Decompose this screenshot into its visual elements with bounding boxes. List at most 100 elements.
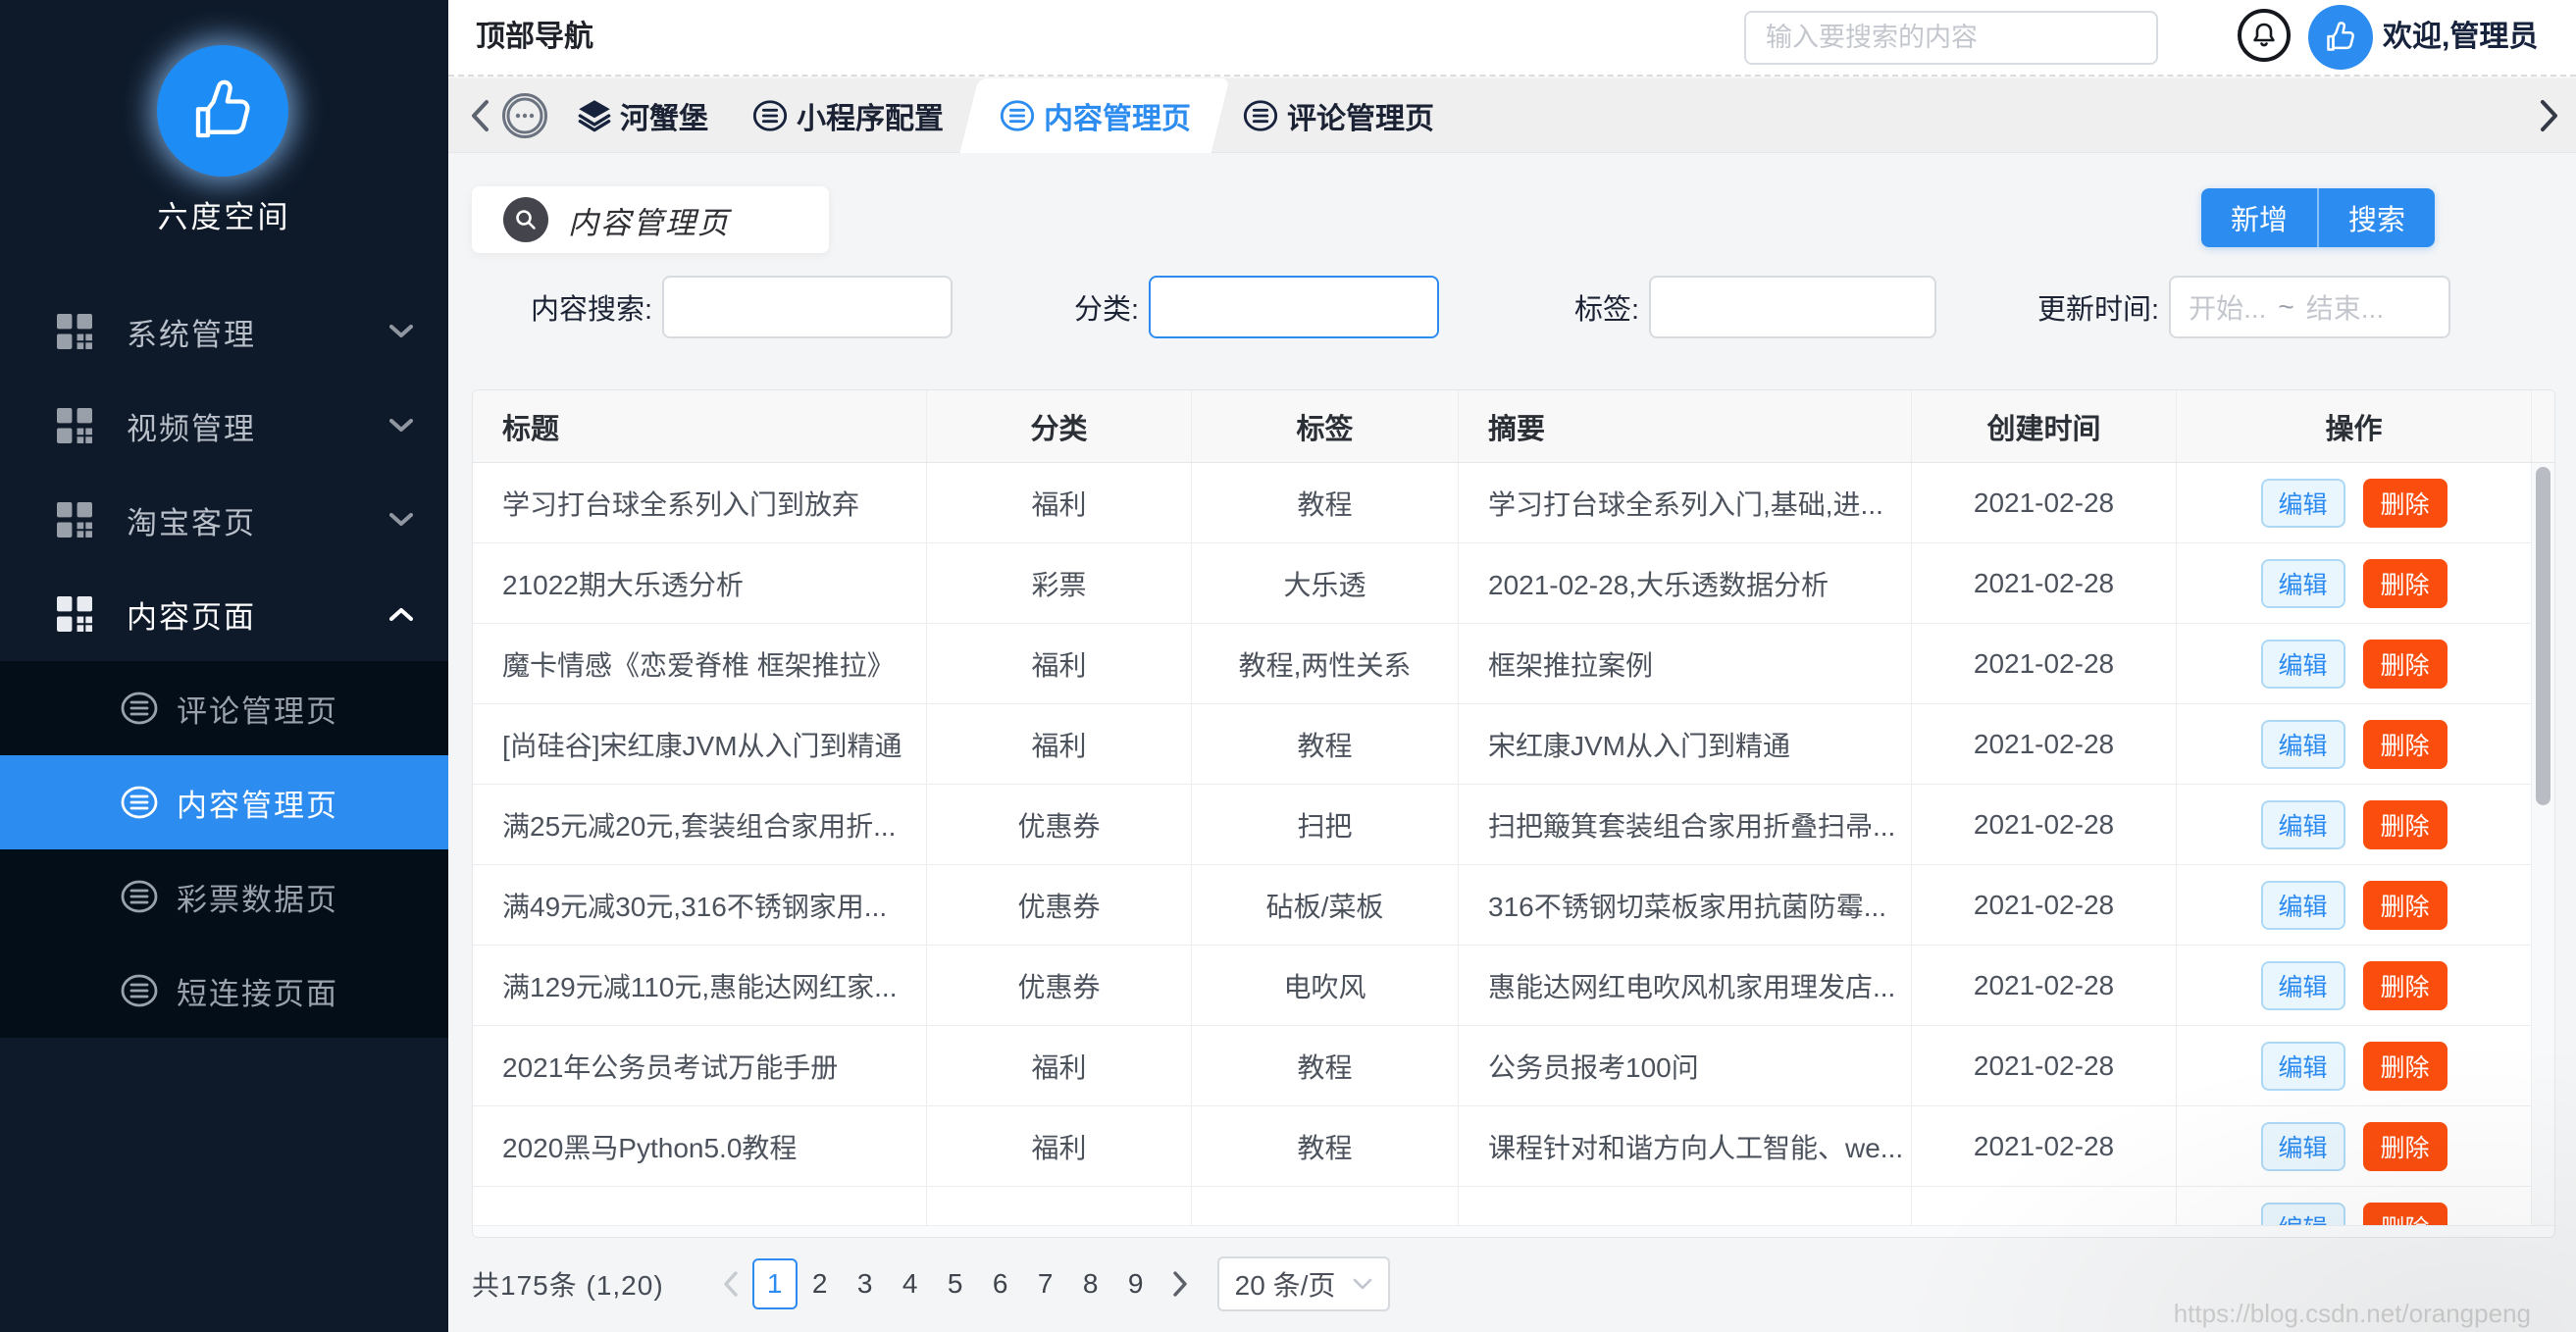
- sidebar-item-label: 彩票数据页: [177, 875, 338, 919]
- cell-title: 满129元减110元,惠能达网红家...: [473, 946, 927, 1025]
- cell-title: 魔卡情感《恋爱脊椎 框架推拉》: [473, 624, 927, 703]
- category-input[interactable]: [1149, 276, 1439, 338]
- tabs-more-button[interactable]: [502, 93, 547, 138]
- date-range-input[interactable]: 开始... ~ 结束...: [2169, 276, 2450, 338]
- filter-label: 更新时间:: [2037, 286, 2159, 328]
- sidebar-item-comment-manage[interactable]: 评论管理页: [0, 661, 448, 755]
- pagination: 共175条 (1,20) 1 2 3 4 5 6 7 8 9 20 条/页: [472, 1255, 1390, 1312]
- edit-button[interactable]: 编辑: [2261, 1203, 2345, 1226]
- topnav-title: 顶部导航: [476, 0, 593, 75]
- tab-label: 河蟹堡: [620, 94, 708, 137]
- chevron-down-icon: [389, 513, 413, 527]
- grid-icon: [57, 596, 93, 633]
- page-number-9[interactable]: 9: [1113, 1268, 1159, 1300]
- edit-button[interactable]: 编辑: [2261, 720, 2345, 769]
- delete-button[interactable]: 删除: [2363, 961, 2447, 1010]
- page-size-select[interactable]: 20 条/页: [1217, 1256, 1390, 1311]
- sidebar-group-video[interactable]: 视频管理: [0, 379, 448, 473]
- app-logo: [157, 45, 288, 177]
- edit-button[interactable]: 编辑: [2261, 881, 2345, 930]
- table-row: [尚硅谷]宋红康JVM从入门到精通 福利 教程 宋红康JVM从入门到精通 202…: [473, 704, 2554, 785]
- edit-button[interactable]: 编辑: [2261, 559, 2345, 608]
- edit-button[interactable]: 编辑: [2261, 479, 2345, 528]
- delete-button[interactable]: 删除: [2363, 1042, 2447, 1091]
- edit-button[interactable]: 编辑: [2261, 800, 2345, 849]
- cell-tag: 教程: [1192, 463, 1459, 542]
- page-number-1[interactable]: 1: [752, 1258, 798, 1309]
- cell-created: 2021-02-28: [1912, 543, 2177, 623]
- page-number-6[interactable]: 6: [978, 1268, 1023, 1300]
- app-name: 六度空间: [0, 192, 448, 236]
- tab-comment-manage[interactable]: 评论管理页: [1242, 78, 1434, 153]
- sidebar-item-short-link[interactable]: 短连接页面: [0, 944, 448, 1038]
- notification-button[interactable]: [2238, 9, 2291, 62]
- cell-actions: 编辑 删除: [2177, 785, 2532, 864]
- sidebar-submenu: 评论管理页 内容管理页 彩票数据页: [0, 661, 448, 1038]
- delete-button[interactable]: 删除: [2363, 559, 2447, 608]
- sidebar-item-content-manage[interactable]: 内容管理页: [0, 755, 448, 849]
- delete-button[interactable]: 删除: [2363, 640, 2447, 689]
- chevron-down-icon: [1353, 1278, 1372, 1290]
- sidebar-item-lottery-data[interactable]: 彩票数据页: [0, 849, 448, 944]
- cell-created: 2021-02-28: [1912, 946, 2177, 1025]
- page-number-2[interactable]: 2: [798, 1268, 843, 1300]
- sidebar-group-taobao[interactable]: 淘宝客页: [0, 473, 448, 567]
- tabs-scroll-right-icon[interactable]: [2539, 78, 2560, 153]
- cell-summary: [1459, 1187, 1912, 1225]
- cell-summary: 学习打台球全系列入门,基础,进...: [1459, 463, 1912, 542]
- page-number-4[interactable]: 4: [888, 1268, 933, 1300]
- sidebar-group-label: 系统管理: [127, 310, 389, 354]
- tab-miniprogram-config[interactable]: 小程序配置: [751, 78, 944, 153]
- prev-page-icon[interactable]: [709, 1271, 752, 1297]
- cell-title: 2021年公务员考试万能手册: [473, 1026, 927, 1105]
- global-search-input[interactable]: [1744, 11, 2158, 65]
- next-page-icon[interactable]: [1159, 1271, 1202, 1297]
- tabs-scroll-left-icon[interactable]: [469, 99, 490, 132]
- tab-content-manage[interactable]: 内容管理页: [969, 78, 1220, 153]
- page-number-8[interactable]: 8: [1068, 1268, 1113, 1300]
- table-header: 标题 分类 标签 摘要 创建时间 操作: [473, 390, 2554, 463]
- page-content: 内容管理页 新增 搜索 内容搜索: 分类: 标签: 更新时间: 开始... ~ …: [448, 153, 2576, 1332]
- grid-icon: [57, 314, 93, 350]
- column-header-category: 分类: [927, 390, 1192, 462]
- edit-button[interactable]: 编辑: [2261, 1122, 2345, 1171]
- cell-tag: 大乐透: [1192, 543, 1459, 623]
- table-row: 2020黑马Python5.0教程 福利 教程 课程针对和谐方向人工智能、we.…: [473, 1106, 2554, 1187]
- delete-button[interactable]: 删除: [2363, 479, 2447, 528]
- delete-button[interactable]: 删除: [2363, 1203, 2447, 1226]
- sidebar-group-system[interactable]: 系统管理: [0, 284, 448, 379]
- sidebar-group-label: 内容页面: [127, 592, 389, 637]
- tag-input[interactable]: [1649, 276, 1936, 338]
- tab-label: 评论管理页: [1287, 94, 1434, 137]
- page-number-5[interactable]: 5: [933, 1268, 978, 1300]
- cell-tag: 教程: [1192, 1106, 1459, 1186]
- user-avatar[interactable]: [2308, 5, 2373, 70]
- table-body: 学习打台球全系列入门到放弃 福利 教程 学习打台球全系列入门,基础,进... 2…: [473, 463, 2554, 1225]
- delete-button[interactable]: 删除: [2363, 1122, 2447, 1171]
- delete-button[interactable]: 删除: [2363, 881, 2447, 930]
- cell-category: 福利: [927, 1106, 1192, 1186]
- table-row: 满129元减110元,惠能达网红家... 优惠券 电吹风 惠能达网红电吹风机家用…: [473, 946, 2554, 1026]
- tab-hexiebao[interactable]: 河蟹堡: [577, 78, 708, 153]
- page-number-3[interactable]: 3: [843, 1268, 888, 1300]
- cell-category: 优惠券: [927, 785, 1192, 864]
- filter-category: 分类:: [1074, 276, 1439, 338]
- edit-button[interactable]: 编辑: [2261, 961, 2345, 1010]
- page-number-7[interactable]: 7: [1023, 1268, 1068, 1300]
- table-scrollbar-thumb[interactable]: [2536, 467, 2550, 805]
- edit-button[interactable]: 编辑: [2261, 640, 2345, 689]
- cell-summary: 宋红康JVM从入门到精通: [1459, 704, 1912, 784]
- content-search-input[interactable]: [662, 276, 953, 338]
- delete-button[interactable]: 删除: [2363, 800, 2447, 849]
- edit-button[interactable]: 编辑: [2261, 1042, 2345, 1091]
- delete-button[interactable]: 删除: [2363, 720, 2447, 769]
- search-button[interactable]: 搜索: [2319, 188, 2435, 247]
- add-button[interactable]: 新增: [2201, 188, 2317, 247]
- sidebar-group-content[interactable]: 内容页面: [0, 567, 448, 661]
- column-header-created: 创建时间: [1912, 390, 2177, 462]
- cell-tag: 砧板/菜板: [1192, 865, 1459, 945]
- sidebar-item-label: 评论管理页: [177, 687, 338, 731]
- cell-tag: 扫把: [1192, 785, 1459, 864]
- cell-category: 福利: [927, 704, 1192, 784]
- layers-icon: [577, 98, 612, 133]
